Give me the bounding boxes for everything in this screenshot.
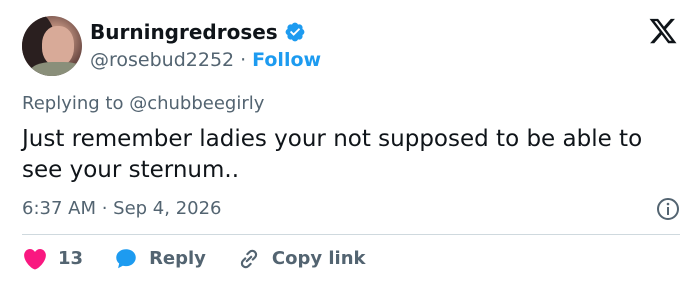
like-count: 13 bbox=[58, 248, 84, 269]
avatar[interactable] bbox=[22, 16, 82, 76]
info-icon[interactable] bbox=[656, 197, 680, 221]
author-handle-row: @rosebud2252 · Follow bbox=[90, 48, 321, 72]
replying-to-text[interactable]: Replying to @chubbeegirly bbox=[22, 92, 264, 116]
tweet-timestamp[interactable]: 6:37 AM · Sep 4, 2026 bbox=[22, 197, 222, 221]
avatar-face bbox=[42, 26, 74, 66]
avatar-shirt bbox=[30, 62, 82, 76]
reply-label: Reply bbox=[149, 248, 206, 269]
tweet-actions: 13 Reply Copy link bbox=[22, 246, 396, 272]
divider bbox=[22, 234, 680, 235]
reply-button[interactable]: Reply bbox=[113, 246, 206, 272]
heart-icon bbox=[24, 248, 46, 270]
like-button[interactable]: 13 bbox=[22, 246, 83, 272]
reply-bubble-icon bbox=[116, 249, 136, 269]
link-icon bbox=[240, 249, 258, 269]
follow-button[interactable]: Follow bbox=[252, 48, 321, 72]
verified-badge-icon bbox=[284, 21, 306, 43]
x-logo-icon[interactable] bbox=[648, 16, 678, 46]
author-name-row: Burningredroses bbox=[90, 20, 306, 44]
tweet-text: Just remember ladies your not supposed t… bbox=[22, 126, 643, 183]
copy-link-button[interactable]: Copy link bbox=[236, 246, 366, 272]
copy-link-label: Copy link bbox=[271, 248, 366, 269]
author-handle[interactable]: @rosebud2252 bbox=[90, 48, 234, 72]
author-display-name[interactable]: Burningredroses bbox=[90, 20, 278, 44]
handle-separator: · bbox=[240, 49, 247, 71]
